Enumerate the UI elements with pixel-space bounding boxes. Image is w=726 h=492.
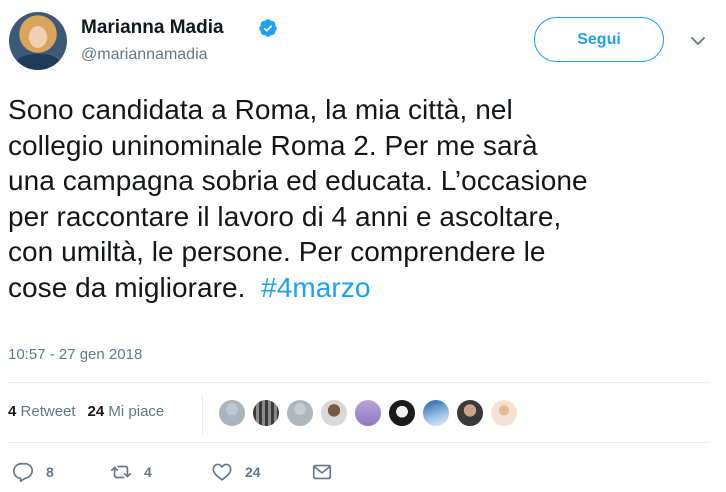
retweet-button[interactable]: 4	[110, 460, 152, 484]
stats-separator	[202, 394, 203, 434]
heart-icon	[212, 463, 232, 481]
liker-avatar[interactable]	[421, 398, 451, 428]
verified-badge-icon	[259, 19, 277, 37]
like-button[interactable]: 24	[211, 460, 261, 484]
liker-avatar[interactable]	[455, 398, 485, 428]
liker-avatar[interactable]	[387, 398, 417, 428]
tweet-timestamp[interactable]: 10:57 - 27 gen 2018	[8, 346, 142, 363]
reply-icon	[13, 462, 33, 482]
tweet-text-line: con umiltà, le persone. Per comprendere …	[8, 236, 546, 267]
reply-count: 8	[46, 464, 54, 480]
user-handle[interactable]: @mariannamadia	[81, 46, 208, 64]
user-name[interactable]: Marianna Madia	[81, 17, 224, 39]
liker-avatar[interactable]	[217, 398, 247, 428]
tweet-text-line: collegio uninominale Roma 2. Per me sarà	[8, 129, 538, 161]
follow-button[interactable]: Segui	[534, 17, 664, 62]
retweets-count: 4	[8, 403, 17, 420]
tweet-text-last-line: cose da migliorare. #4marzo	[8, 270, 718, 306]
reply-button[interactable]: 8	[12, 460, 54, 484]
retweet-icon	[111, 465, 131, 479]
likes-stat[interactable]: 24 Mi piace	[88, 403, 165, 420]
envelope-icon	[312, 464, 332, 480]
chevron-down-icon[interactable]	[688, 31, 708, 51]
tweet-text-line: Sono candidata a Roma, la mia città, nel	[8, 94, 513, 125]
direct-message-button[interactable]	[311, 460, 333, 484]
tweet-header: Marianna Madia @mariannamadia Segui	[0, 0, 726, 80]
likes-label: Mi piace	[108, 403, 165, 420]
retweets-label: Retweet	[20, 403, 76, 420]
liker-avatar[interactable]	[319, 398, 349, 428]
divider	[8, 382, 710, 383]
likes-count: 24	[87, 403, 105, 420]
tweet-text-line: cose da migliorare.	[8, 271, 262, 303]
tweet-text-line: una campagna sobria ed educata. L’occasi…	[8, 165, 588, 196]
avatar[interactable]	[9, 12, 67, 70]
like-count: 24	[245, 464, 261, 480]
liker-avatar[interactable]	[353, 398, 383, 428]
retweets-stat[interactable]: 4 Retweet	[8, 403, 76, 420]
engagement-stats: 4 Retweet 24 Mi piace	[8, 403, 164, 420]
liker-avatar[interactable]	[251, 398, 281, 428]
tweet-text-line: per raccontare il lavoro di 4 anni e asc…	[8, 200, 562, 232]
tweet-text: Sono candidata a Roma, la mia città, nel…	[8, 92, 718, 305]
divider	[8, 442, 710, 443]
hashtag-link[interactable]: #4marzo	[261, 272, 370, 303]
liker-avatar[interactable]	[285, 398, 315, 428]
retweet-count: 4	[144, 464, 152, 480]
liker-avatar[interactable]	[489, 398, 519, 428]
